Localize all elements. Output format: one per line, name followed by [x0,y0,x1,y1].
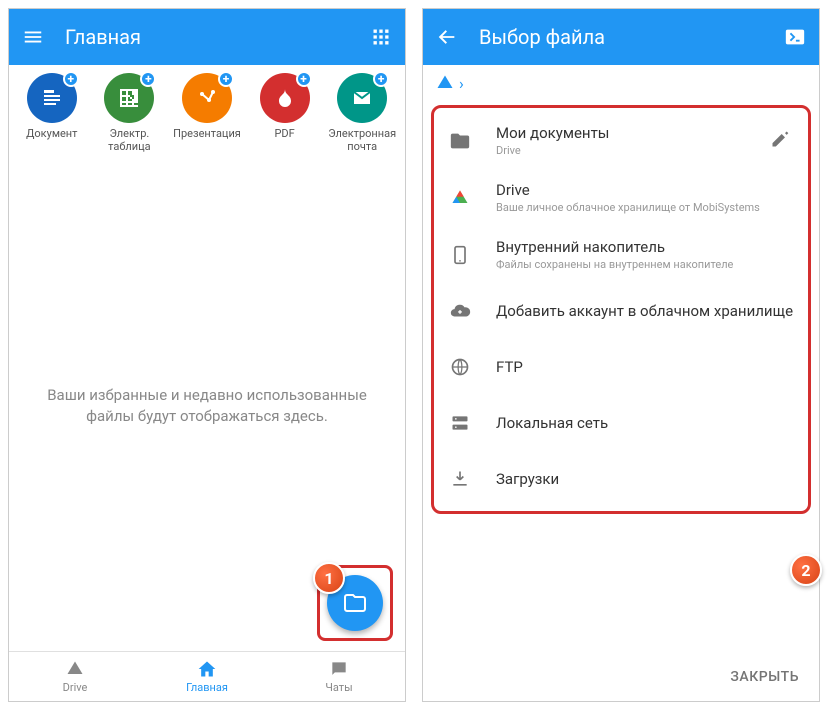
nav-label: Drive [63,681,88,694]
storage-my-documents[interactable]: Мои документы Drive [434,112,808,169]
dialog-actions: ЗАКРЫТЬ [423,653,819,701]
storage-downloads[interactable]: Загрузки [434,451,808,507]
file-picker-screen: Выбор файла › Мои документы Drive Drive [422,8,820,702]
storage-lan[interactable]: Локальная сеть [434,395,808,451]
nav-label: Чаты [325,681,352,694]
storage-sub: Файлы сохранены на внутреннем накопителе [496,258,794,271]
create-actions: + Документ + Электр. таблица + Презентац… [9,65,405,161]
drive-icon [448,186,472,210]
storage-title: Добавить аккаунт в облачном хранилище [496,302,794,320]
bottom-nav: Drive Главная Чаты [9,651,405,701]
storage-add-cloud[interactable]: Добавить аккаунт в облачном хранилище [434,283,808,339]
view-grid-icon[interactable] [369,25,393,49]
storage-list: Мои документы Drive Drive Ваше личное об… [423,101,819,653]
server-icon [448,411,472,435]
storage-ftp[interactable]: FTP [434,339,808,395]
create-document[interactable]: + Документ [14,73,89,153]
phone-icon [448,243,472,267]
appbar-main: Главная [9,9,405,65]
download-icon [448,467,472,491]
appbar-title: Выбор файла [479,25,783,49]
appbar-picker: Выбор файла [423,9,819,65]
app-logo-icon[interactable] [783,25,807,49]
highlight-storage: Мои документы Drive Drive Ваше личное об… [431,105,811,514]
storage-title: Загрузки [496,470,794,488]
globe-icon [448,355,472,379]
appbar-title: Главная [65,25,369,49]
storage-sub: Ваше личное облачное хранилище от MobiSy… [496,201,794,214]
storage-title: FTP [496,358,794,376]
callout-marker-2: 2 [790,554,822,586]
chevron-right-icon: › [459,74,464,93]
create-label: PDF [274,127,294,140]
edit-icon[interactable] [770,129,794,153]
create-email[interactable]: + Электронная почта [325,73,400,153]
menu-icon[interactable] [21,25,45,49]
close-button[interactable]: ЗАКРЫТЬ [730,669,799,685]
callout-marker-1: 1 [313,562,345,594]
nav-chats[interactable]: Чаты [273,652,405,701]
storage-title: Локальная сеть [496,414,794,432]
breadcrumb[interactable]: › [423,65,819,101]
nav-label: Главная [186,681,228,694]
create-spreadsheet[interactable]: + Электр. таблица [92,73,167,153]
create-label: Документ [26,127,77,140]
create-label: Электронная почта [325,127,400,153]
cloud-plus-icon [448,299,472,323]
storage-title: Drive [496,181,794,199]
storage-drive[interactable]: Drive Ваше личное облачное хранилище от … [434,169,808,226]
nav-home[interactable]: Главная [141,652,273,701]
create-label: Электр. таблица [92,127,167,153]
nav-drive[interactable]: Drive [9,652,141,701]
create-label: Презентация [173,127,241,140]
create-presentation[interactable]: + Презентация [169,73,244,153]
main-screen: Главная + Документ + Электр. таблица + П… [8,8,406,702]
storage-title: Мои документы [496,124,770,142]
storage-sub: Drive [496,144,770,157]
storage-internal[interactable]: Внутренний накопитель Файлы сохранены на… [434,226,808,283]
folder-icon [448,129,472,153]
back-icon[interactable] [435,25,459,49]
storage-title: Внутренний накопитель [496,238,794,256]
create-pdf[interactable]: + PDF [247,73,322,153]
